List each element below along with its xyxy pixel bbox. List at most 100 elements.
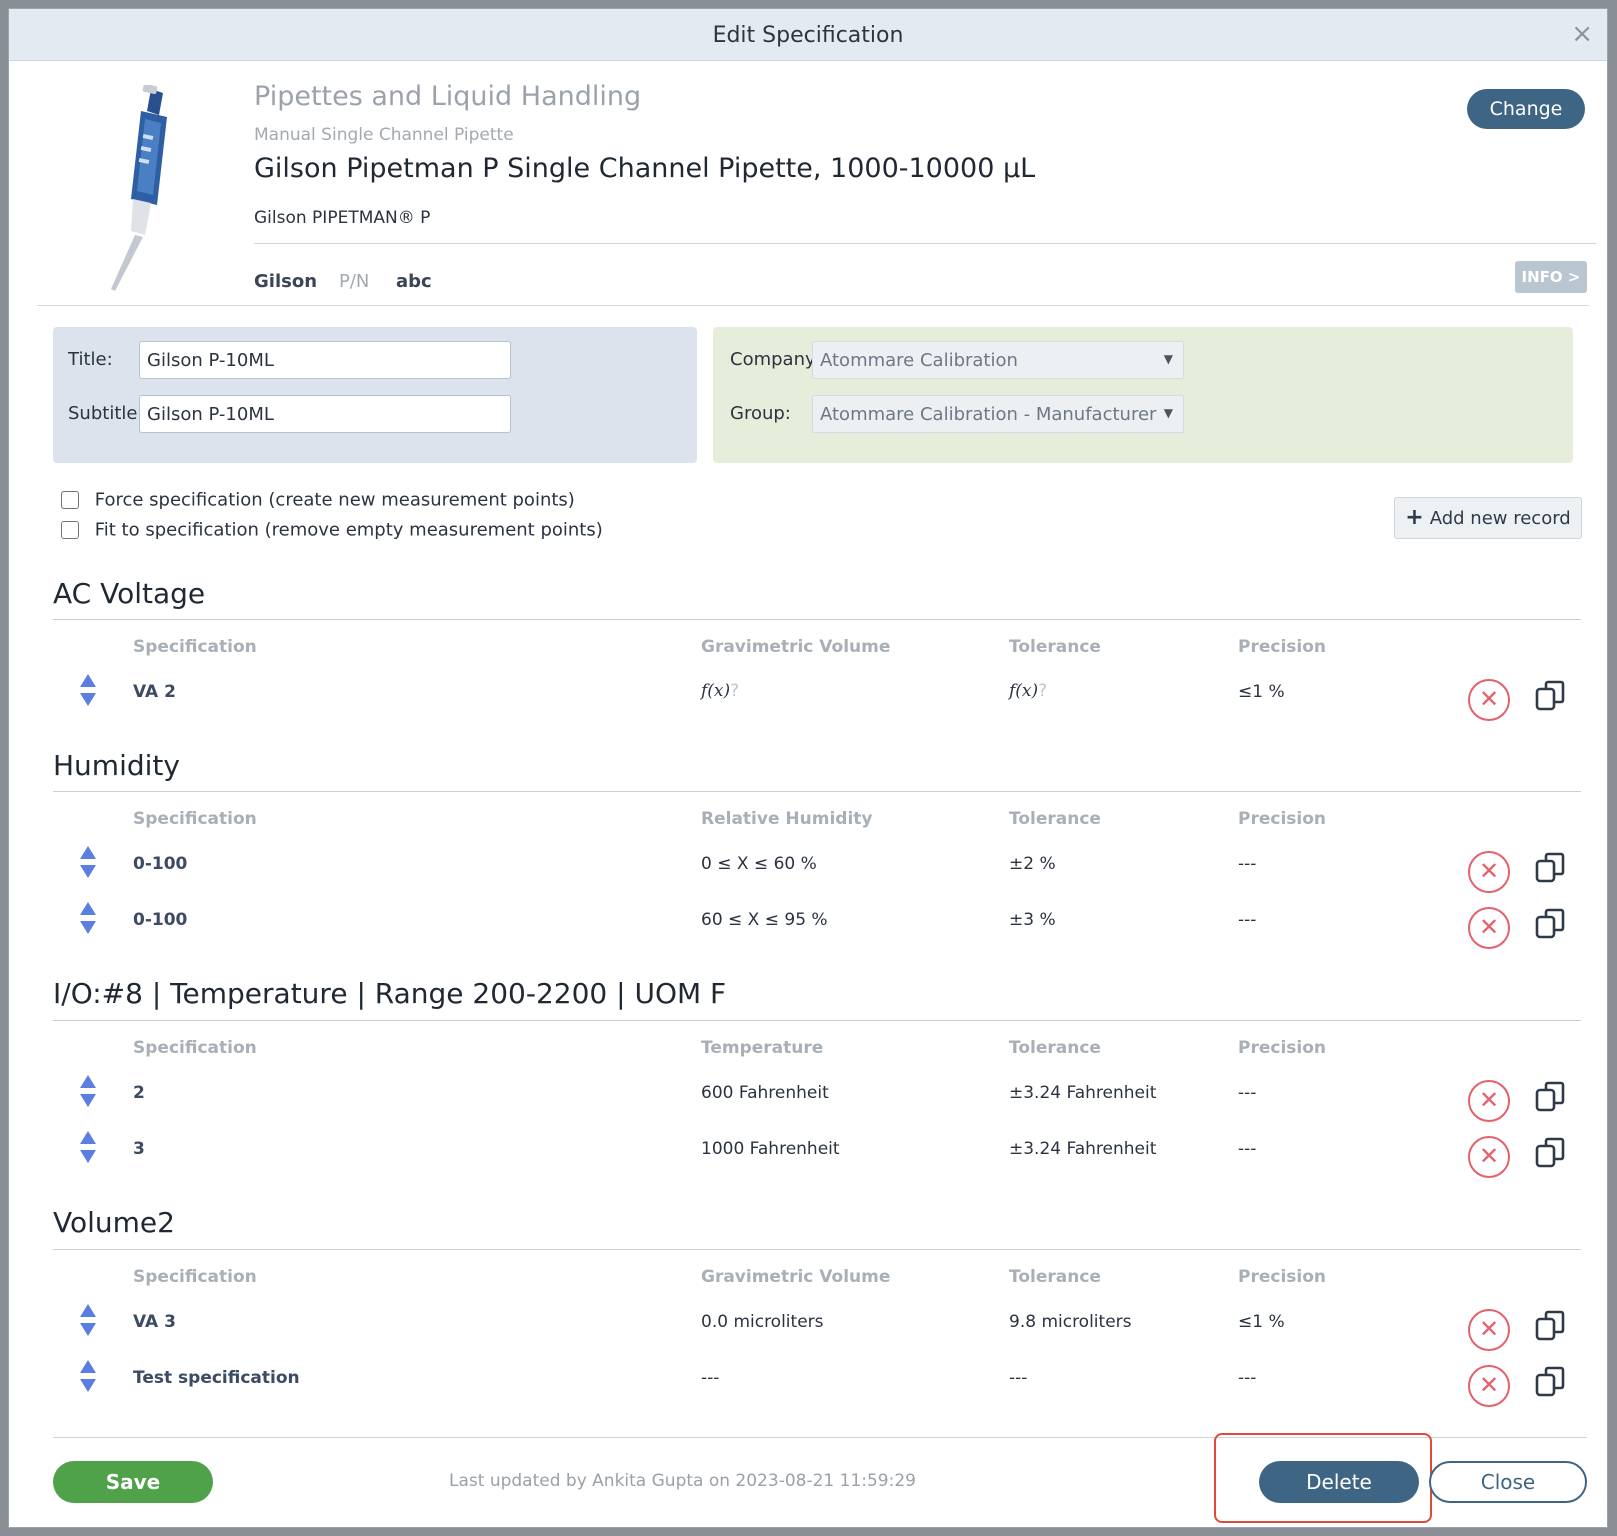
- group-select-value: Atommare Calibration - Manufacturer: [820, 404, 1157, 425]
- product-category: Pipettes and Liquid Handling: [254, 81, 642, 112]
- formula-text: f(x): [701, 681, 731, 701]
- product-header: Pipettes and Liquid Handling Manual Sing…: [9, 61, 1609, 317]
- copy-icon[interactable]: [1534, 679, 1568, 713]
- column-header: Tolerance: [1009, 637, 1101, 657]
- column-header: Gravimetric Volume: [701, 1267, 891, 1287]
- column-header: Tolerance: [1009, 1267, 1101, 1287]
- column-header: Specification: [133, 637, 257, 657]
- row-precision: ---: [1238, 1139, 1257, 1159]
- force-spec-option[interactable]: Force specification (create new measurem…: [61, 489, 575, 511]
- pipette-image: [111, 85, 167, 291]
- row-precision: ---: [1238, 1083, 1257, 1103]
- row-tolerance: ±3.24 Fahrenheit: [1009, 1083, 1157, 1103]
- sort-arrows-icon[interactable]: [79, 1075, 97, 1107]
- row-spec: 0-100: [133, 854, 188, 874]
- chevron-down-icon: ▼: [1163, 406, 1173, 420]
- row-tolerance: ±2 %: [1009, 854, 1056, 874]
- subtitle-input[interactable]: [139, 395, 511, 433]
- header-separator: [37, 305, 1589, 306]
- force-spec-label: Force specification (create new measurem…: [94, 489, 575, 511]
- column-header: Temperature: [701, 1038, 824, 1058]
- row-value: 1000 Fahrenheit: [701, 1139, 840, 1159]
- column-header: Precision: [1238, 1267, 1327, 1287]
- section-divider: [53, 619, 1581, 620]
- fit-spec-label: Fit to specification (remove empty measu…: [94, 519, 603, 541]
- row-value: ---: [701, 1368, 720, 1388]
- sort-arrows-icon[interactable]: [79, 846, 97, 878]
- close-icon[interactable]: ×: [1571, 21, 1593, 47]
- formula-value[interactable]: f(x)?: [701, 681, 739, 701]
- row-spec: 3: [133, 1139, 145, 1159]
- formula-tolerance[interactable]: f(x)?: [1009, 681, 1047, 701]
- title-input[interactable]: [139, 341, 511, 379]
- copy-icon[interactable]: [1534, 1309, 1568, 1343]
- title-label: Title:: [68, 349, 113, 370]
- sort-arrows-icon[interactable]: [79, 674, 97, 706]
- row-tolerance: ±3.24 Fahrenheit: [1009, 1139, 1157, 1159]
- row-precision: ---: [1238, 854, 1257, 874]
- delete-button[interactable]: Delete: [1259, 1461, 1419, 1503]
- sort-arrows-icon[interactable]: [79, 902, 97, 934]
- save-button[interactable]: Save: [53, 1461, 213, 1503]
- section-title: I/O:#8 | Temperature | Range 200-2200 | …: [53, 977, 727, 1010]
- row-value: 0 ≤ X ≤ 60 %: [701, 854, 817, 874]
- copy-icon[interactable]: [1534, 1365, 1568, 1399]
- copy-icon[interactable]: [1534, 1136, 1568, 1170]
- row-precision: ≤1 %: [1238, 1312, 1285, 1332]
- group-select[interactable]: Atommare Calibration - Manufacturer ▼: [812, 395, 1184, 433]
- product-title: Gilson Pipetman P Single Channel Pipette…: [254, 153, 1036, 184]
- fit-spec-checkbox[interactable]: [61, 521, 79, 539]
- column-header: Precision: [1238, 637, 1327, 657]
- company-select[interactable]: Atommare Calibration ▼: [812, 341, 1184, 379]
- close-button[interactable]: Close: [1429, 1461, 1587, 1503]
- add-new-record-label: Add new record: [1429, 508, 1571, 529]
- change-button[interactable]: Change: [1467, 89, 1585, 129]
- add-new-record-button[interactable]: + Add new record: [1394, 497, 1582, 539]
- row-tolerance: ±3 %: [1009, 910, 1056, 930]
- delete-row-icon[interactable]: ✕: [1468, 1365, 1510, 1407]
- subtitle-label: Subtitle:: [68, 403, 144, 424]
- help-icon: ?: [730, 681, 740, 701]
- manufacturer-name: Gilson: [254, 271, 318, 292]
- plus-icon: +: [1405, 505, 1424, 530]
- copy-icon[interactable]: [1534, 1080, 1568, 1114]
- product-subcategory: Manual Single Channel Pipette: [254, 125, 514, 145]
- section-divider: [53, 791, 1581, 792]
- sort-arrows-icon[interactable]: [79, 1131, 97, 1163]
- delete-row-icon[interactable]: ✕: [1468, 851, 1510, 893]
- column-header: Tolerance: [1009, 1038, 1101, 1058]
- sort-arrows-icon[interactable]: [79, 1304, 97, 1336]
- company-panel: Company: Atommare Calibration ▼ Group: A…: [713, 327, 1573, 463]
- row-tolerance: ---: [1009, 1368, 1028, 1388]
- section-divider: [53, 1249, 1581, 1250]
- delete-row-icon[interactable]: ✕: [1468, 907, 1510, 949]
- edit-specification-dialog: Edit Specification × Pipettes and Liquid…: [8, 8, 1608, 1528]
- column-header: Specification: [133, 809, 257, 829]
- sort-arrows-icon[interactable]: [79, 1360, 97, 1392]
- section-divider: [53, 1020, 1581, 1021]
- row-precision: ---: [1238, 910, 1257, 930]
- delete-row-icon[interactable]: ✕: [1468, 1309, 1510, 1351]
- delete-row-icon[interactable]: ✕: [1468, 679, 1510, 721]
- fit-spec-option[interactable]: Fit to specification (remove empty measu…: [61, 519, 603, 541]
- formula-text: f(x): [1009, 681, 1039, 701]
- row-precision: ≤1 %: [1238, 682, 1285, 702]
- row-precision: ---: [1238, 1368, 1257, 1388]
- delete-row-icon[interactable]: ✕: [1468, 1136, 1510, 1178]
- product-model: Gilson PIPETMAN® P: [254, 208, 431, 228]
- info-button[interactable]: INFO >: [1515, 261, 1587, 293]
- dialog-title: Edit Specification: [712, 23, 904, 48]
- dialog-titlebar: Edit Specification ×: [9, 9, 1607, 61]
- row-value: 0.0 microliters: [701, 1312, 824, 1332]
- company-label: Company:: [730, 349, 821, 370]
- last-updated-text: Last updated by Ankita Gupta on 2023-08-…: [449, 1471, 916, 1491]
- copy-icon[interactable]: [1534, 851, 1568, 885]
- delete-row-icon[interactable]: ✕: [1468, 1080, 1510, 1122]
- row-spec: VA 2: [133, 682, 176, 702]
- copy-icon[interactable]: [1534, 907, 1568, 941]
- group-label: Group:: [730, 403, 791, 424]
- column-header: Tolerance: [1009, 809, 1101, 829]
- force-spec-checkbox[interactable]: [61, 491, 79, 509]
- column-header: Precision: [1238, 1038, 1327, 1058]
- column-header: Relative Humidity: [701, 809, 873, 829]
